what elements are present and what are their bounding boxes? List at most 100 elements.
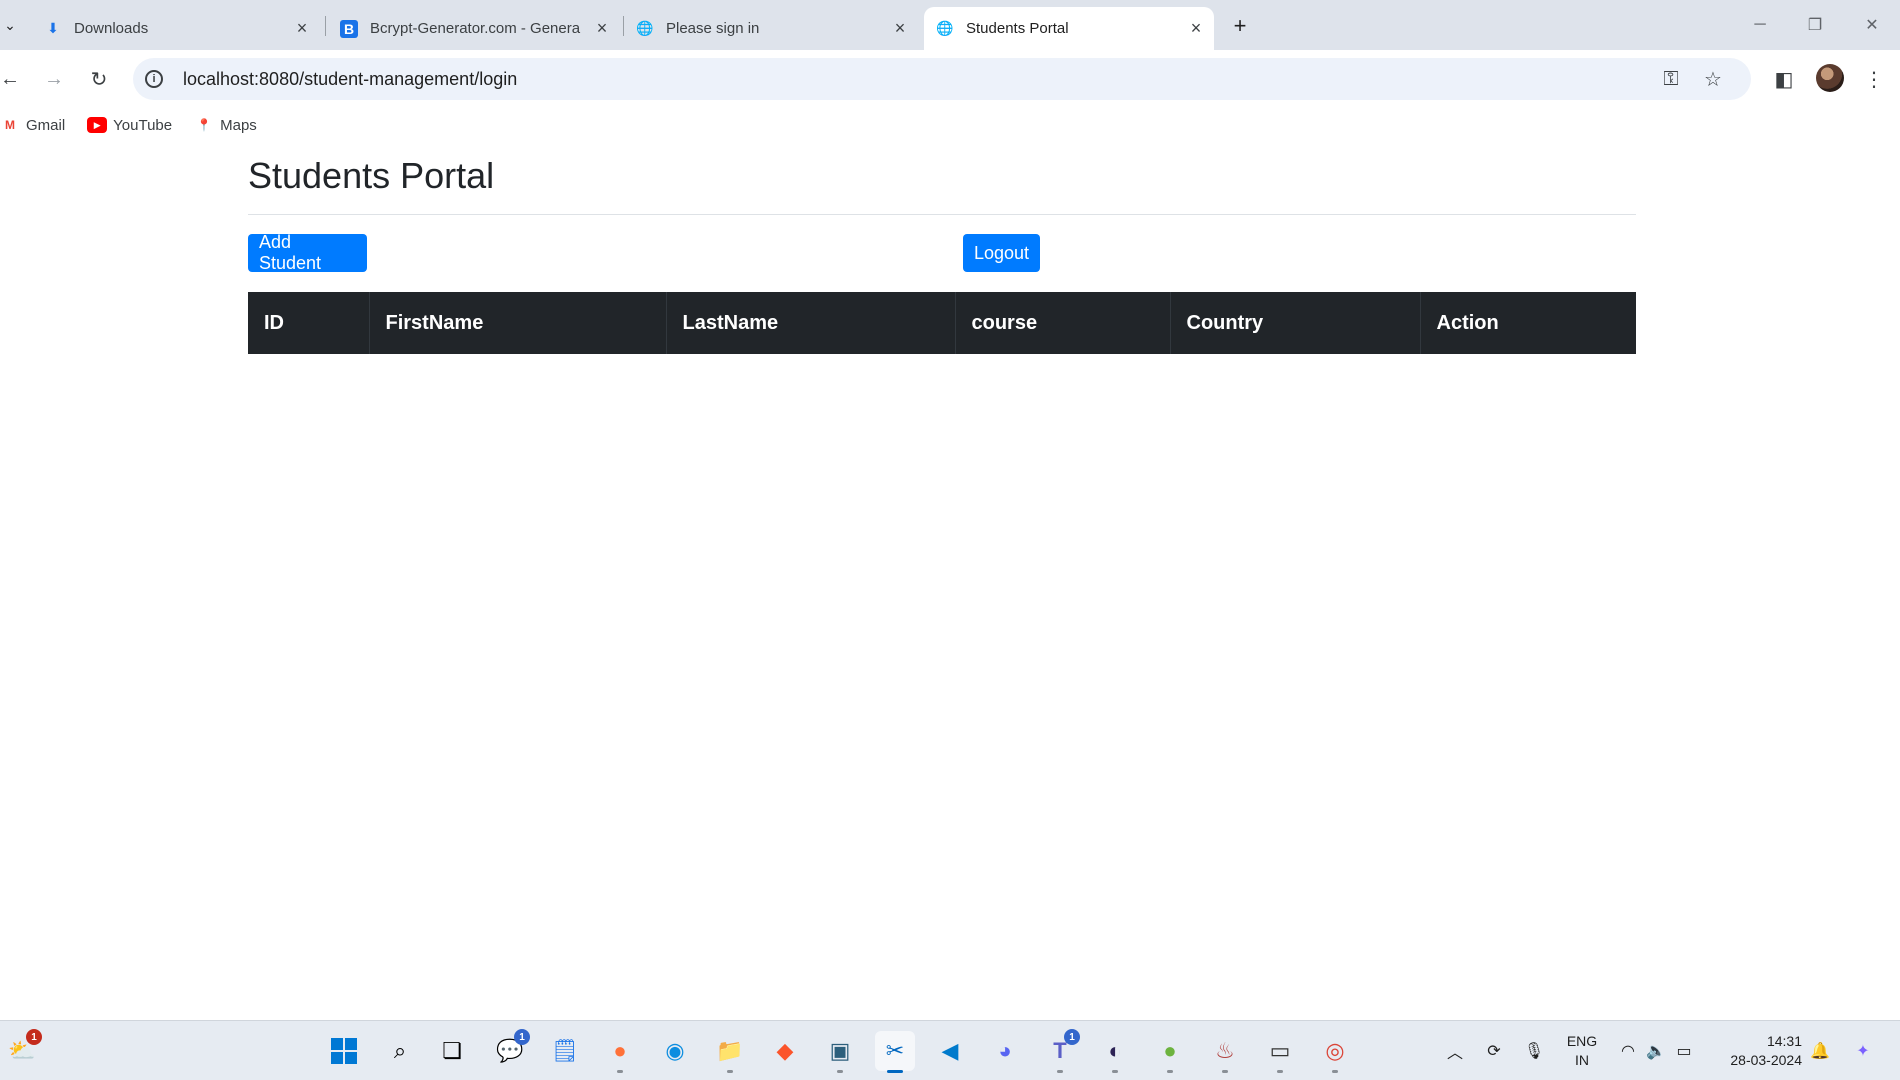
firefox-icon[interactable]: ● [600, 1031, 640, 1073]
battery-icon[interactable]: ▭ [1672, 1031, 1696, 1071]
region-label: IN [1575, 1052, 1589, 1068]
page-title: Students Portal [248, 155, 495, 196]
running-indicator [1057, 1070, 1063, 1073]
windows-logo-icon [331, 1038, 357, 1064]
tab-downloads[interactable]: ⬇ Downloads × [30, 7, 320, 50]
forward-arrow-icon[interactable]: → [38, 63, 70, 95]
youtube-icon: ▶ [87, 117, 108, 133]
tab-separator [325, 16, 326, 36]
students-table: ID FirstName LastName course Country Act… [248, 292, 1636, 354]
more-menu-icon[interactable]: ⋮ [1858, 63, 1890, 95]
tab-students-portal[interactable]: 🌐 Students Portal × [924, 7, 1214, 50]
language-label: ENG [1566, 1033, 1598, 1049]
password-key-icon[interactable]: ⚿ [1655, 58, 1687, 100]
notification-badge: 1 [514, 1029, 530, 1045]
running-indicator [1277, 1070, 1283, 1073]
new-tab-button[interactable]: + [1226, 12, 1254, 40]
title-divider [248, 214, 1636, 216]
running-indicator [1222, 1070, 1228, 1073]
mysql-workbench-icon[interactable]: ▣ [820, 1031, 860, 1073]
table-header-row: ID FirstName LastName course Country Act… [248, 292, 1636, 354]
bookmark-label: Maps [220, 116, 257, 134]
clock[interactable]: 14:31 28-03-2024 [1712, 1032, 1802, 1070]
notification-badge: 1 [26, 1029, 42, 1045]
spring-tool-suite-icon[interactable]: ● [1150, 1031, 1190, 1073]
close-window-icon[interactable]: ✕ [1852, 10, 1892, 40]
bcrypt-favicon: B [340, 19, 358, 38]
column-header-firstname: FirstName [369, 292, 667, 354]
running-indicator [617, 1070, 623, 1073]
maps-icon: 📍 [196, 118, 212, 132]
brave-icon[interactable]: ◆ [765, 1031, 805, 1071]
close-tab-icon[interactable]: × [290, 17, 314, 41]
restore-window-icon[interactable]: ❐ [1795, 10, 1835, 40]
bookmark-label: Gmail [26, 116, 66, 134]
tab-search-chevron-icon[interactable]: ⌄ [0, 10, 20, 40]
tab-label: Downloads [74, 20, 149, 37]
weather-widget-icon[interactable]: ⛅ 1 [2, 1029, 42, 1071]
tab-bcrypt-generator[interactable]: B Bcrypt-Generator.com - Genera × [330, 7, 620, 50]
notepad-icon[interactable]: 🗒 [545, 1031, 585, 1071]
running-indicator [887, 1070, 903, 1073]
vscode-icon[interactable]: ◀ [930, 1031, 970, 1071]
edge-icon[interactable]: ◉ [655, 1031, 695, 1071]
page-content: Students Portal Add Student Logout ID Fi… [0, 142, 1900, 1020]
language-indicator[interactable]: ENG IN [1560, 1032, 1604, 1070]
running-indicator [837, 1070, 843, 1073]
search-icon[interactable]: ⌕ [380, 1031, 420, 1071]
tab-separator [623, 16, 624, 36]
discord-icon[interactable]: ◕ [985, 1031, 1025, 1071]
globe-icon: 🌐 [636, 20, 654, 36]
tab-label: Please sign in [666, 20, 760, 37]
chat-icon[interactable]: 💬 1 [490, 1029, 530, 1071]
bookmark-gmail[interactable]: M Gmail [0, 117, 65, 134]
download-icon: ⬇ [47, 20, 59, 36]
snipping-tool-icon[interactable]: ✂ [875, 1031, 915, 1073]
sync-icon[interactable]: ⟳ [1482, 1031, 1506, 1071]
close-tab-icon[interactable]: × [888, 17, 912, 41]
close-tab-icon[interactable]: × [1184, 17, 1208, 41]
task-view-icon[interactable]: ❏ [432, 1031, 472, 1071]
gmail-icon: M [5, 118, 15, 132]
show-hidden-icons-chevron-icon[interactable]: ︿ [1445, 1031, 1465, 1071]
notification-bell-icon[interactable]: 🔔 [1808, 1031, 1832, 1071]
minimize-window-icon[interactable]: ─ [1740, 10, 1780, 40]
address-bar[interactable]: i localhost:8080/student-management/logi… [133, 58, 1751, 100]
volume-icon[interactable]: 🔈 [1644, 1031, 1668, 1071]
close-tab-icon[interactable]: × [590, 17, 614, 41]
column-header-lastname: LastName [666, 292, 956, 354]
microphone-icon[interactable]: 🎙 [1522, 1031, 1546, 1071]
eclipse-icon[interactable]: ◐ [1095, 1031, 1135, 1073]
site-info-icon[interactable]: i [145, 70, 163, 88]
column-header-country: Country [1170, 292, 1421, 354]
browser-toolbar: ← → ↻ i localhost:8080/student-managemen… [0, 50, 1900, 108]
logout-button[interactable]: Logout [963, 234, 1040, 272]
column-header-course: course [955, 292, 1171, 354]
file-explorer-icon[interactable]: 📁 [710, 1031, 750, 1073]
teams-icon[interactable]: T 1 [1040, 1029, 1080, 1073]
tab-please-sign-in[interactable]: 🌐 Please sign in × [628, 7, 918, 50]
bookmark-maps[interactable]: 📍 Maps [194, 117, 257, 134]
url-text[interactable]: localhost:8080/student-management/login [183, 69, 517, 90]
reload-icon[interactable]: ↻ [83, 63, 115, 95]
side-panel-icon[interactable]: ◧ [1768, 63, 1800, 95]
copilot-preview-icon[interactable]: ✦ [1845, 1031, 1881, 1071]
wifi-icon[interactable]: ◠ [1616, 1031, 1640, 1071]
bookmark-youtube[interactable]: ▶ YouTube [87, 117, 172, 134]
running-indicator [1167, 1070, 1173, 1073]
tab-bar: ⌄ ⬇ Downloads × B Bcrypt-Generator.com -… [0, 0, 1900, 50]
notification-badge: 1 [1064, 1029, 1080, 1045]
bookmark-star-icon[interactable]: ☆ [1697, 58, 1729, 100]
add-student-button[interactable]: Add Student [248, 232, 367, 273]
back-arrow-icon[interactable]: ← [0, 63, 26, 95]
globe-icon: 🌐 [936, 20, 954, 36]
time-label: 14:31 [1766, 1033, 1802, 1049]
start-button[interactable] [324, 1031, 364, 1071]
java-app-icon[interactable]: ♨ [1205, 1031, 1245, 1073]
bookmarks-bar: M Gmail ▶ YouTube 📍 Maps [0, 108, 1900, 142]
column-header-id: ID [248, 292, 370, 354]
profile-avatar[interactable] [1816, 64, 1844, 92]
terminal-icon[interactable]: ▭ [1260, 1031, 1300, 1073]
chrome-icon[interactable]: ◎ [1315, 1031, 1355, 1073]
main-container: Students Portal Add Student Logout ID Fi… [248, 142, 1636, 354]
